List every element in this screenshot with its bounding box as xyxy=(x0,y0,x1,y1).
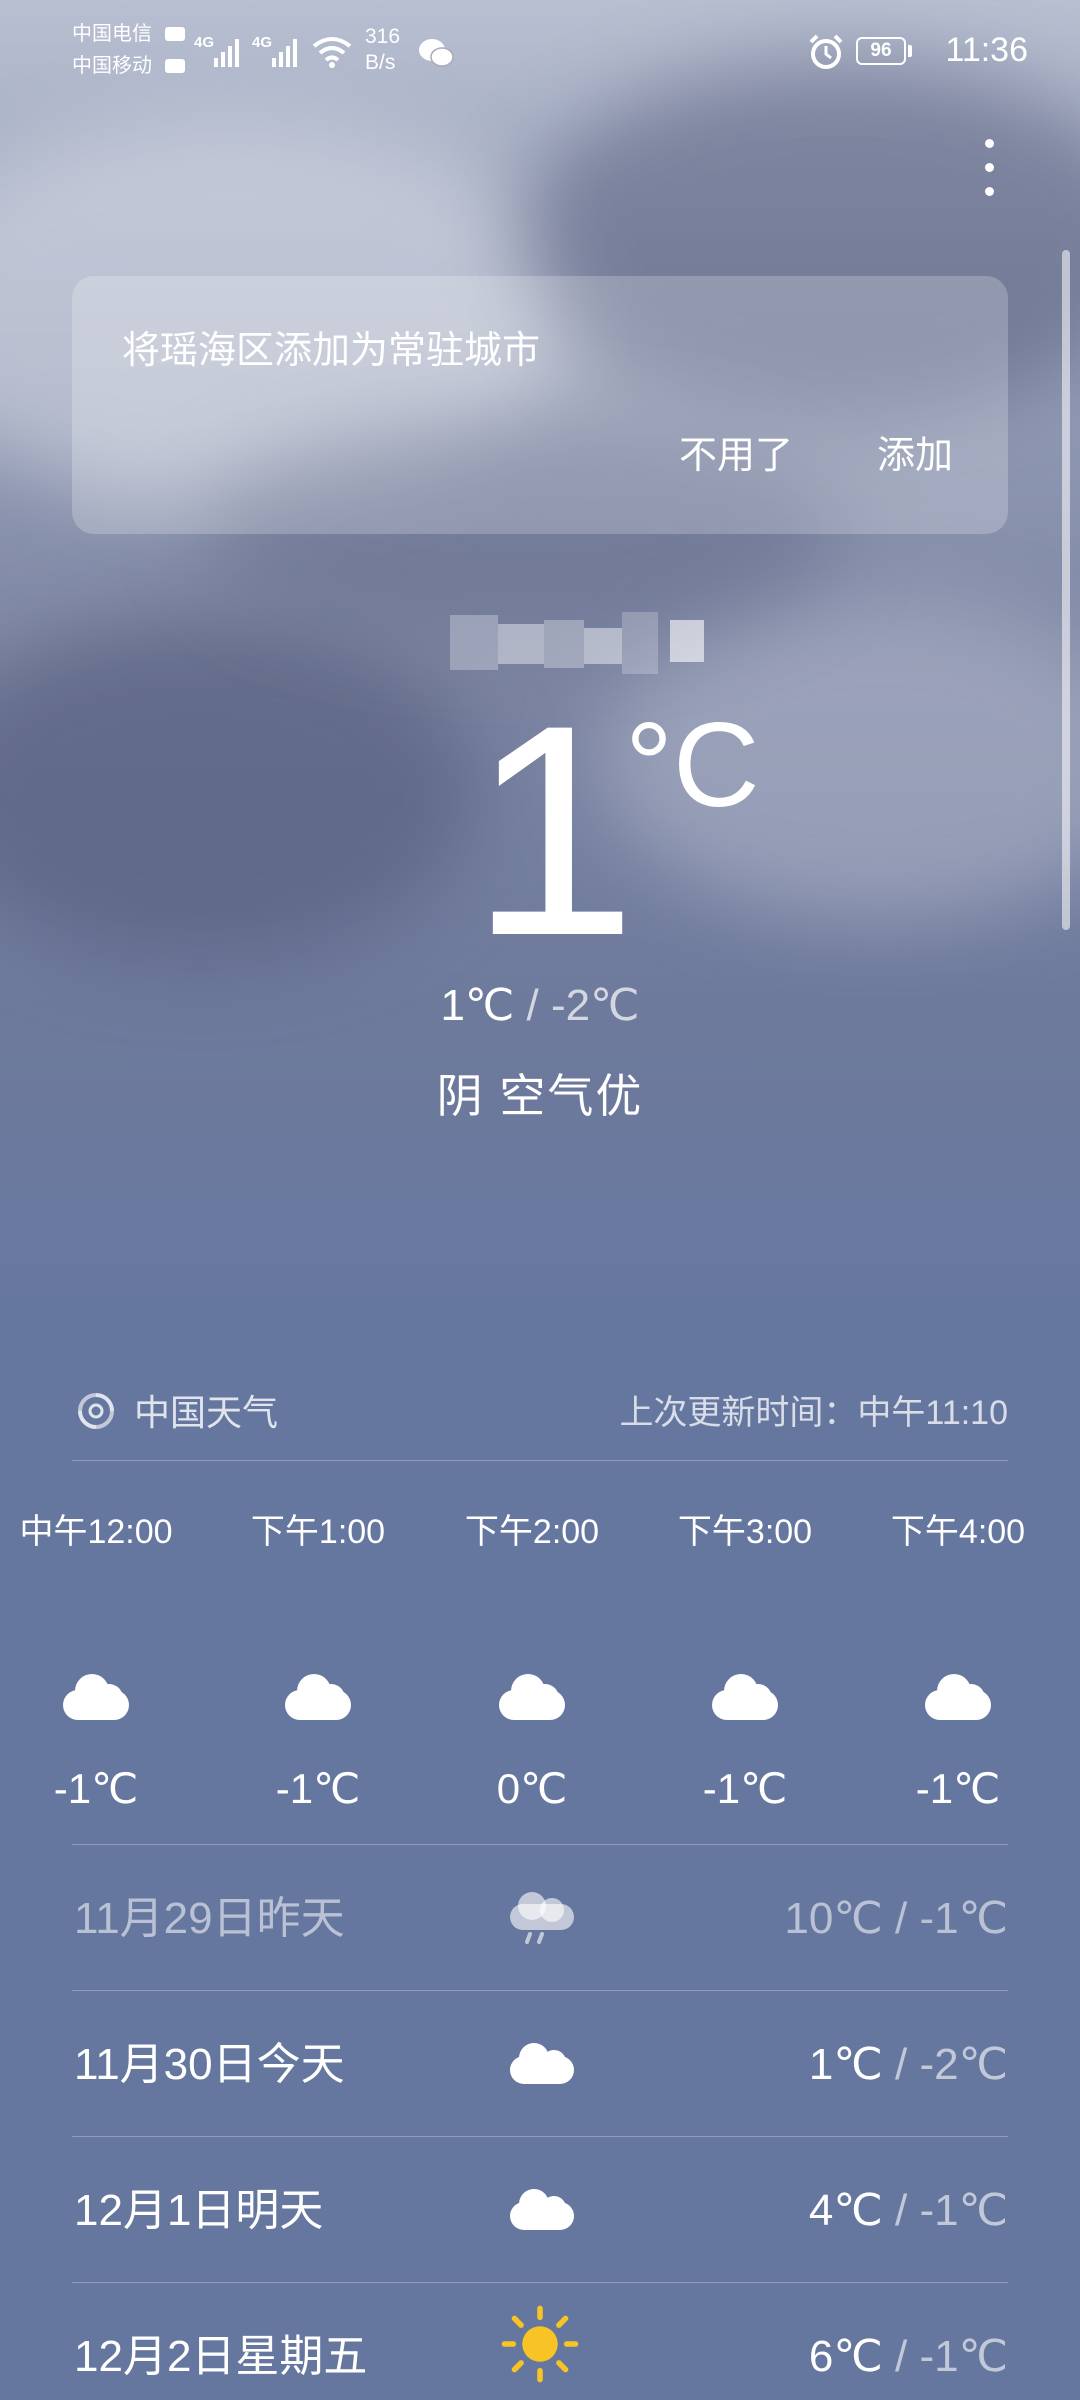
hour-time: 下午4:00 xyxy=(890,1513,1026,1551)
hour-time: 中午12:00 xyxy=(19,1513,173,1551)
day-label: 12月2日星期五 xyxy=(74,2332,368,2381)
battery-icon: 96 xyxy=(856,37,912,65)
day-label: 12月1日明天 xyxy=(74,2186,324,2235)
speed-unit: B/s xyxy=(365,51,396,74)
wechat-icon xyxy=(419,39,454,67)
signal-icon xyxy=(272,39,297,67)
network-speed: 316 B/s xyxy=(365,24,400,76)
hour-temp: -1℃ xyxy=(275,1765,361,1812)
status-time: 11:36 xyxy=(945,31,1028,69)
today-low: -2℃ xyxy=(551,981,640,1030)
day-low: -2℃ xyxy=(919,2040,1008,2089)
daily-row-yesterday[interactable]: 11月29日昨天 10℃ / -1℃ xyxy=(72,1846,1008,1990)
daily-row-friday[interactable]: 12月2日星期五 6℃ / -1℃ xyxy=(72,2284,1008,2400)
hour-temp: -1℃ xyxy=(915,1765,1001,1812)
day-temperature-range: 4℃ / -1℃ xyxy=(809,2184,1008,2238)
cloud-icon xyxy=(510,2043,574,2084)
divider xyxy=(72,2282,1008,2283)
hour-item: 下午2:00 0℃ xyxy=(432,1510,632,1814)
temperature-unit: °C xyxy=(625,698,760,832)
sun-icon xyxy=(501,2305,579,2383)
day-high: 6℃ xyxy=(808,2332,883,2381)
hour-time: 下午1:00 xyxy=(250,1513,386,1551)
data-source-row: 中国天气 上次更新时间：中午11:10 xyxy=(72,1385,1008,1441)
weather-condition: 阴 空气优 xyxy=(436,1070,644,1122)
network-type-2: 4G xyxy=(252,34,273,51)
cloud-icon xyxy=(61,1672,131,1720)
cloud-icon xyxy=(497,1672,567,1720)
day-temperature-range: 10℃ / -1℃ xyxy=(784,1892,1008,1946)
decline-button[interactable]: 不用了 xyxy=(679,433,793,479)
hour-time: 下午2:00 xyxy=(464,1513,600,1551)
card-message: 将瑶海区添加为常驻城市 xyxy=(122,330,541,372)
daily-row-tomorrow[interactable]: 12月1日明天 4℃ / -1℃ xyxy=(72,2138,1008,2282)
day-low: -1℃ xyxy=(919,2186,1008,2235)
hour-time: 下午3:00 xyxy=(677,1513,813,1551)
divider xyxy=(72,1844,1008,1845)
cloud-icon xyxy=(510,2189,574,2230)
scrollbar[interactable] xyxy=(1062,250,1070,930)
signal-icon xyxy=(214,39,239,67)
day-high: 10℃ xyxy=(784,1894,883,1943)
status-bar: 中国电信 中国移动 4G 4G 316 B/s 96 11:36 xyxy=(0,0,1080,105)
divider xyxy=(72,2136,1008,2137)
cloud-icon xyxy=(283,1672,353,1720)
carrier-2: 中国移动 xyxy=(72,55,152,77)
divider xyxy=(72,1460,1008,1461)
network-type-1: 4G xyxy=(194,34,215,51)
last-update-time: 上次更新时间：中午11:10 xyxy=(619,1394,1008,1432)
range-separator: / xyxy=(882,2332,920,2381)
weather-screen: 中国电信 中国移动 4G 4G 316 B/s 96 11:36 将瑶海区添加为… xyxy=(0,0,1080,2400)
sky-cloud xyxy=(0,620,480,960)
more-options-icon[interactable] xyxy=(975,135,1005,205)
today-temperature-range: 1℃ / -2℃ xyxy=(0,980,1080,1032)
day-label: 11月30日今天 xyxy=(74,2040,345,2089)
current-temperature: 1 xyxy=(470,662,637,998)
day-temperature-range: 6℃ / -1℃ xyxy=(809,2330,1008,2384)
china-weather-logo-icon xyxy=(78,1393,114,1429)
day-high: 4℃ xyxy=(808,2186,883,2235)
hour-item: 下午4:00 -1℃ xyxy=(858,1510,1058,1814)
hour-temp: -1℃ xyxy=(702,1765,788,1812)
daily-row-today[interactable]: 11月30日今天 1℃ / -2℃ xyxy=(72,1992,1008,2136)
hour-item: 中午12:00 -1℃ xyxy=(0,1510,196,1814)
day-label: 11月29日昨天 xyxy=(74,1894,345,1943)
range-separator: / xyxy=(514,981,552,1030)
rain-cloud-icon xyxy=(510,1892,574,1944)
hd-icon xyxy=(165,27,185,73)
add-resident-city-card: 将瑶海区添加为常驻城市 不用了 添加 xyxy=(72,276,1008,534)
hour-item: 下午3:00 -1℃ xyxy=(645,1510,845,1814)
day-low: -1℃ xyxy=(919,1894,1008,1943)
cloud-icon xyxy=(923,1672,993,1720)
range-separator: / xyxy=(882,1894,920,1943)
wifi-icon xyxy=(312,37,352,68)
speed-value: 316 xyxy=(365,25,401,48)
hour-temp: 0℃ xyxy=(496,1765,568,1812)
day-low: -1℃ xyxy=(919,2332,1008,2381)
range-separator: / xyxy=(882,2186,920,2235)
divider xyxy=(72,1990,1008,1991)
add-city-button[interactable]: 添加 xyxy=(877,433,953,479)
hour-item: 下午1:00 -1℃ xyxy=(218,1510,418,1814)
day-high: 1℃ xyxy=(808,2040,883,2089)
day-temperature-range: 1℃ / -2℃ xyxy=(809,2038,1008,2092)
cloud-icon xyxy=(710,1672,780,1720)
carrier-1: 中国电信 xyxy=(72,23,152,45)
range-separator: / xyxy=(882,2040,920,2089)
today-high: 1℃ xyxy=(440,981,515,1030)
hour-temp: -1℃ xyxy=(53,1765,139,1812)
alarm-icon xyxy=(809,34,843,69)
source-name[interactable]: 中国天气 xyxy=(134,1391,278,1435)
